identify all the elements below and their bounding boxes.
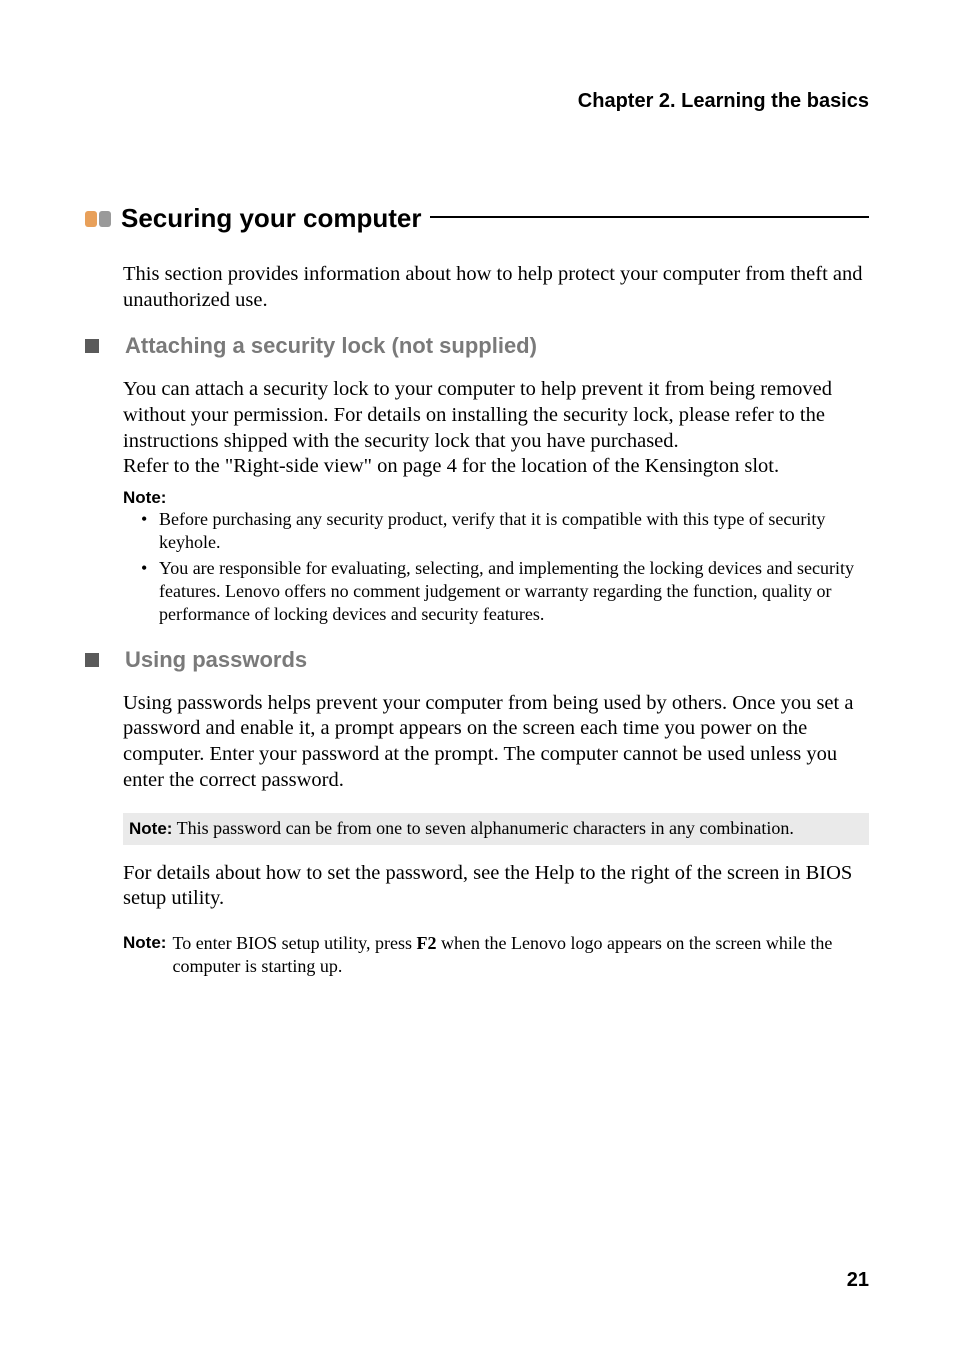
sub1-para2: Refer to the "Right-side view" on page 4… [123, 454, 869, 480]
square-bullet-icon [85, 339, 99, 353]
subheading-row-security-lock: Attaching a security lock (not supplied) [85, 333, 869, 359]
note-list-item: You are responsible for evaluating, sele… [141, 557, 869, 627]
chapter-header: Chapter 2. Learning the basics [85, 90, 869, 113]
square-bullet-icon [85, 653, 99, 667]
key-name: F2 [417, 933, 437, 953]
section-bullet-icon [85, 211, 111, 227]
subheading-passwords: Using passwords [125, 647, 307, 673]
sub2-para1: Using passwords helps prevent your compu… [123, 691, 869, 794]
section-title-row: Securing your computer [85, 203, 869, 234]
note-label: Note: [123, 932, 166, 954]
note-label: Note: [129, 819, 172, 838]
note-list-item: Before purchasing any security product, … [141, 508, 869, 555]
sub1-para1: You can attach a security lock to your c… [123, 377, 869, 454]
note-label: Note: [123, 488, 869, 508]
sub2-para2: For details about how to set the passwor… [123, 861, 869, 912]
subheading-security-lock: Attaching a security lock (not supplied) [125, 333, 537, 359]
sub1-note-block: Note: Before purchasing any security pro… [123, 488, 869, 627]
subheading-row-passwords: Using passwords [85, 647, 869, 673]
section-title: Securing your computer [121, 203, 422, 234]
section-intro: This section provides information about … [123, 262, 869, 313]
note1-text: This password can be from one to seven a… [172, 818, 793, 838]
title-divider-line [430, 216, 870, 218]
page-number: 21 [847, 1269, 869, 1292]
sub2-note1: Note: This password can be from one to s… [123, 813, 869, 844]
note2-text: To enter BIOS setup utility, press F2 wh… [172, 932, 869, 979]
sub2-note2: Note: To enter BIOS setup utility, press… [123, 932, 869, 979]
